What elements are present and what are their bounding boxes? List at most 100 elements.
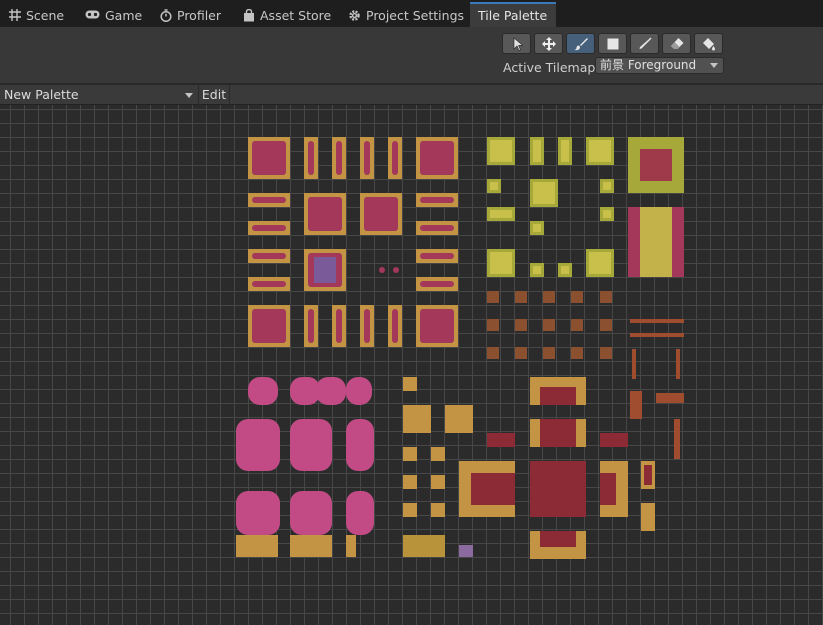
dirt-patch-tile[interactable] (600, 347, 612, 359)
sand-tile[interactable] (403, 377, 417, 391)
bush-tile-core[interactable] (364, 141, 370, 175)
sand-tile[interactable] (403, 475, 417, 489)
dirt-patch-tile[interactable] (487, 319, 499, 331)
sand-tile[interactable] (431, 447, 445, 461)
bush-tile-core[interactable] (420, 225, 454, 231)
flower-tile[interactable] (379, 267, 385, 273)
select-tool-button[interactable] (502, 33, 531, 54)
tree-trunk-tile[interactable] (236, 535, 278, 557)
path-tile[interactable] (530, 461, 586, 517)
moss-tile-core[interactable] (533, 182, 555, 204)
tree-tile[interactable] (346, 377, 372, 405)
bush-tile-core[interactable] (252, 281, 286, 287)
fence-post-tile[interactable] (676, 349, 680, 379)
tree-tile[interactable] (290, 491, 332, 535)
sand-tile[interactable] (431, 475, 445, 489)
tab-project-settings[interactable]: Project Settings (340, 3, 472, 27)
bush-tile-core[interactable] (252, 141, 286, 175)
fill-tool-button[interactable] (694, 33, 723, 54)
fence-tile[interactable] (630, 319, 684, 323)
dirt-patch-tile[interactable] (543, 319, 555, 331)
moss-tile-core[interactable] (533, 140, 541, 162)
path-tile[interactable] (540, 531, 576, 547)
path-tile[interactable] (540, 387, 576, 405)
sand-tile[interactable] (403, 447, 417, 461)
stairs-tile[interactable] (314, 257, 336, 283)
tree-tile[interactable] (236, 491, 280, 535)
bush-tile-core[interactable] (392, 309, 398, 343)
sand-tile[interactable] (403, 405, 431, 433)
dirt-patch-tile[interactable] (600, 291, 612, 303)
bush-tile-core[interactable] (308, 309, 314, 343)
bush-tile-core[interactable] (420, 197, 454, 203)
tree-tile[interactable] (236, 419, 280, 471)
sand-tile[interactable] (641, 503, 655, 531)
fence-tile[interactable] (630, 391, 642, 419)
dirt-patch-tile[interactable] (543, 291, 555, 303)
bush-tile-core[interactable] (252, 197, 286, 203)
bush-tile-core[interactable] (364, 197, 398, 231)
dirt-patch-tile[interactable] (571, 291, 583, 303)
move-tool-button[interactable] (534, 33, 563, 54)
dirt-patch-tile[interactable] (515, 291, 527, 303)
sand-tile[interactable] (445, 405, 473, 433)
path-tile[interactable] (487, 433, 515, 447)
path-tile[interactable] (600, 473, 616, 505)
paint-tool-button[interactable] (566, 33, 595, 54)
moss-tile-core[interactable] (603, 210, 611, 218)
edit-palette-button[interactable]: Edit (199, 85, 230, 105)
bush-tile-core[interactable] (252, 225, 286, 231)
bush-tile-core[interactable] (336, 309, 342, 343)
dirt-patch-tile[interactable] (543, 347, 555, 359)
dirt-patch-tile[interactable] (487, 291, 499, 303)
tree-tile[interactable] (290, 377, 320, 405)
bush-tile-core[interactable] (420, 309, 454, 343)
sand-tile[interactable] (403, 503, 417, 517)
path-tile[interactable] (644, 465, 652, 485)
dirt-patch-tile[interactable] (515, 347, 527, 359)
tab-game[interactable]: Game (77, 3, 150, 27)
bush-tile-core[interactable] (336, 141, 342, 175)
moss-column-edge[interactable] (672, 207, 684, 277)
tree-tile[interactable] (248, 377, 278, 405)
dirt-patch-tile[interactable] (487, 347, 499, 359)
fence-post-tile[interactable] (674, 419, 680, 459)
moss-tile-core[interactable] (490, 252, 512, 274)
pick-tool-button[interactable] (630, 33, 659, 54)
moss-large-core[interactable] (640, 149, 672, 181)
dirt-patch-tile[interactable] (571, 347, 583, 359)
moss-tile-core[interactable] (490, 140, 512, 162)
tree-tile[interactable] (346, 419, 374, 471)
moss-tile-core[interactable] (533, 266, 541, 274)
active-tilemap-dropdown[interactable]: 前景 Foreground (595, 57, 724, 74)
moss-tile-core[interactable] (490, 210, 512, 218)
flower-tile[interactable] (393, 267, 399, 273)
tree-tile[interactable] (290, 419, 332, 471)
bush-tile-core[interactable] (252, 253, 286, 259)
fence-post-tile[interactable] (632, 349, 636, 379)
dirt-patch-tile[interactable] (600, 319, 612, 331)
bush-tile-core[interactable] (364, 309, 370, 343)
tab-scene[interactable]: Scene (0, 3, 72, 27)
bush-tile-core[interactable] (420, 281, 454, 287)
tree-trunk-tile[interactable] (290, 535, 332, 557)
sand-tile[interactable] (431, 503, 445, 517)
bush-tile-core[interactable] (252, 309, 286, 343)
bush-tile-core[interactable] (392, 141, 398, 175)
bush-tile-core[interactable] (420, 141, 454, 175)
grass-tuft-tile[interactable] (403, 535, 445, 557)
fence-tile[interactable] (656, 393, 684, 403)
moss-tile-core[interactable] (561, 140, 569, 162)
tree-tile[interactable] (346, 491, 374, 535)
path-tile[interactable] (471, 473, 515, 505)
moss-tile-core[interactable] (603, 182, 611, 190)
bush-tile-core[interactable] (308, 141, 314, 175)
tree-trunk-tile[interactable] (346, 535, 356, 557)
moss-tile-core[interactable] (589, 252, 611, 274)
erase-tool-button[interactable] (662, 33, 691, 54)
moss-tile-core[interactable] (561, 266, 569, 274)
path-tile[interactable] (600, 433, 628, 447)
moss-tile-core[interactable] (490, 182, 498, 190)
tab-tile-palette[interactable]: Tile Palette (470, 2, 556, 27)
tree-tile[interactable] (316, 377, 346, 405)
